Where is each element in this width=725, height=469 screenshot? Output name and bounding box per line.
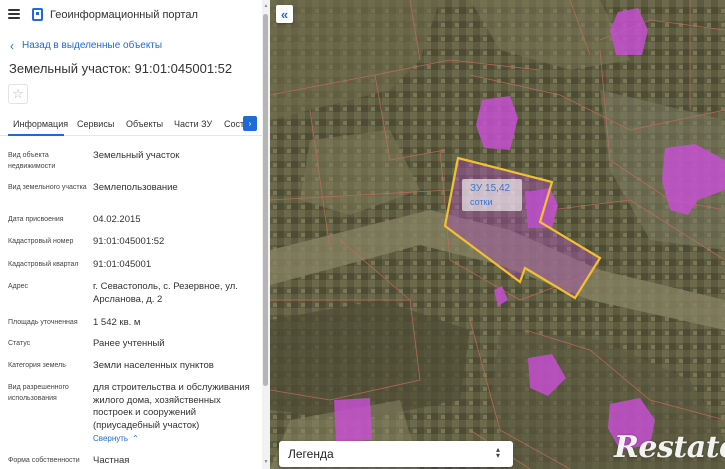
- legend-label: Легенда: [288, 447, 334, 461]
- property-label: Кадастровый номер: [8, 238, 74, 245]
- parcel-area-value: ЗУ 15,42: [470, 183, 511, 194]
- property-value: Частная: [93, 455, 130, 466]
- tab-parcel-parts[interactable]: Части ЗУ: [174, 119, 212, 129]
- property-value: г. Севастополь, с. Резервное, ул. Арслан…: [93, 281, 238, 305]
- watermark-logo: Restate: [614, 428, 725, 469]
- tab-composition[interactable]: Сост: [224, 119, 244, 129]
- back-to-selected-link[interactable]: ‹ Назад в выделенные объекты: [10, 38, 163, 53]
- watermark-text: Restate: [614, 430, 725, 465]
- hamburger-icon[interactable]: [8, 9, 20, 19]
- property-label: Вид объекта недвижимости: [8, 152, 56, 170]
- satellite-imagery: [270, 0, 725, 469]
- tab-information[interactable]: Информация: [13, 119, 68, 129]
- chevron-left-icon: ‹: [10, 38, 14, 53]
- tab-objects[interactable]: Объекты: [126, 119, 163, 129]
- portal-title: Геоинформационный портал: [50, 9, 198, 21]
- scrollbar-thumb[interactable]: [263, 14, 268, 386]
- info-panel: Геоинформационный портал ‹ Назад в выдел…: [0, 0, 270, 469]
- select-arrows-icon: ▴ ▾: [495, 445, 500, 460]
- property-value: Земельный участок: [93, 150, 180, 161]
- scroll-down-icon[interactable]: ▼: [263, 459, 269, 465]
- property-label: Площадь уточненная: [8, 319, 78, 326]
- portal-logo-icon: [32, 8, 43, 21]
- property-value: для строительства и обслуживания жилого …: [93, 382, 250, 431]
- scroll-up-icon[interactable]: ▲: [263, 3, 269, 9]
- property-value: Землепользование: [93, 182, 178, 193]
- chevron-up-icon: ⌃: [132, 434, 139, 443]
- favorite-button[interactable]: ☆: [8, 84, 28, 104]
- property-value: 91:01:045001: [93, 259, 152, 270]
- back-link-label: Назад в выделенные объекты: [22, 40, 163, 51]
- property-value: 1 542 кв. м: [93, 317, 141, 328]
- property-label: Форма собственности: [8, 457, 80, 464]
- property-value: Ранее учтенный: [93, 338, 165, 349]
- top-bar: Геоинформационный портал: [0, 0, 262, 30]
- tab-services[interactable]: Сервисы: [77, 119, 114, 129]
- star-icon: ☆: [12, 86, 24, 101]
- property-label: Вид разрешенного использования: [8, 384, 69, 402]
- property-label: Категория земель: [8, 362, 66, 369]
- property-label: Адрес: [8, 283, 29, 290]
- map-view[interactable]: [270, 0, 725, 469]
- property-label: Вид земельного участка: [8, 184, 87, 191]
- property-label: Дата присвоения: [8, 216, 64, 223]
- property-label: Статус: [8, 340, 31, 347]
- property-value: 04.02.2015: [93, 214, 141, 225]
- active-tab-indicator: [8, 134, 64, 136]
- page-title: Земельный участок: 91:01:045001:52: [9, 61, 233, 76]
- legend-select[interactable]: Легенда ▴ ▾: [279, 441, 513, 467]
- tab-bar: Информация Сервисы Объекты Части ЗУ Сост…: [0, 112, 262, 136]
- property-value: Земли населенных пунктов: [93, 360, 214, 371]
- collapse-link[interactable]: Свернуть ⌃: [93, 434, 139, 443]
- collapse-label: Свернуть: [93, 434, 129, 443]
- property-value: 91:01:045001:52: [93, 236, 165, 247]
- parcel-area-unit: сотки: [470, 197, 493, 207]
- property-label: Кадастровый квартал: [8, 261, 79, 268]
- tabs-scroll-right-button[interactable]: ›: [243, 116, 257, 131]
- parcel-area-label: ЗУ 15,42 сотки: [462, 179, 522, 211]
- collapse-panel-button[interactable]: «: [276, 5, 293, 23]
